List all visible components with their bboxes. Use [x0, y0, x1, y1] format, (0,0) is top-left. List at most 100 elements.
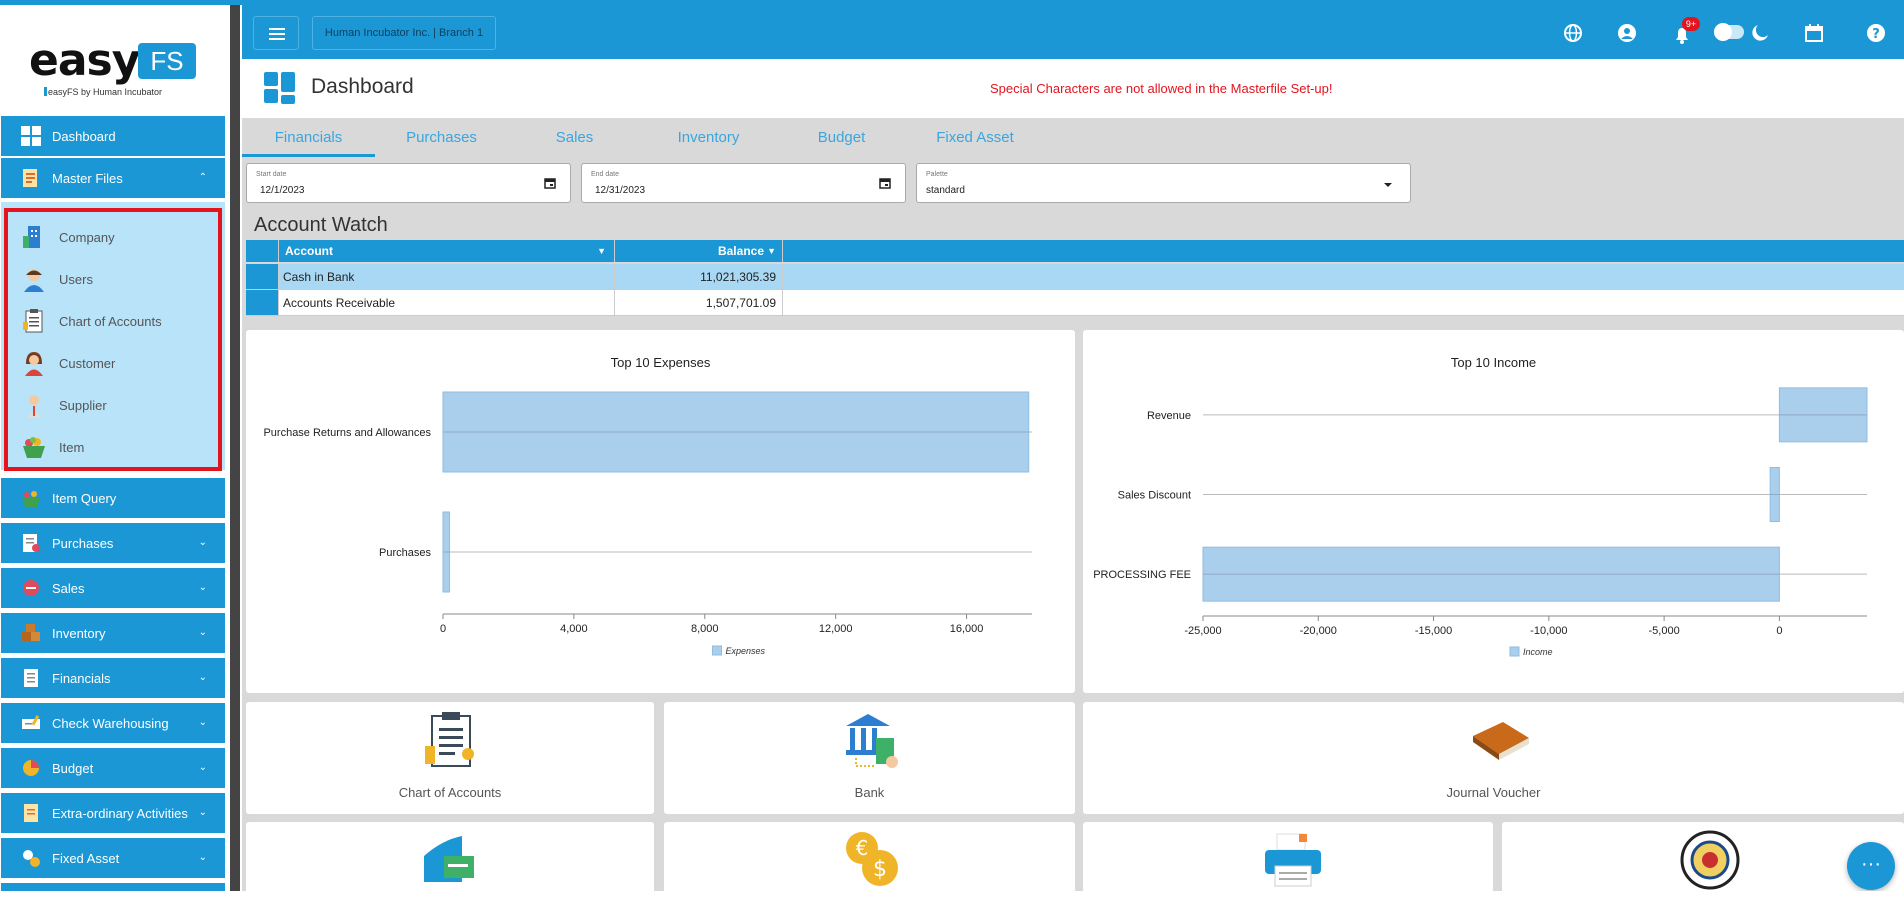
sidebar-item-partial[interactable] [1, 883, 225, 891]
asset-gear-icon [20, 847, 42, 869]
account-icon[interactable] [1617, 23, 1637, 43]
sidebar-item-label: Purchases [52, 535, 114, 551]
category-label: Sales Discount [1118, 490, 1191, 502]
sidebar-item-fixed-asset[interactable]: Fixed Asset ⌄ [1, 838, 225, 878]
tick-label: 8,000 [691, 623, 719, 635]
tile-print[interactable] [1083, 822, 1493, 899]
dark-mode-toggle[interactable] [1714, 23, 1744, 41]
category-label: Purchase Returns and Allowances [263, 427, 431, 439]
printer-icon [1265, 833, 1321, 887]
tick-label: -10,000 [1530, 625, 1567, 637]
sidebar-item-check-warehousing[interactable]: Check Warehousing ⌄ [1, 703, 225, 743]
calendar-icon[interactable] [879, 177, 891, 189]
category-label: Purchases [379, 547, 431, 559]
start-date-value: 12/1/2023 [260, 185, 305, 196]
tab-sales[interactable]: Sales [508, 118, 641, 157]
income-chart: Revenue Sales Discount PROCESSING FEE -25,0… [1093, 387, 1868, 657]
tab-fixed-asset[interactable]: Fixed Asset [908, 118, 1042, 157]
chevron-down-icon: ⌄ [198, 672, 207, 683]
row-selector[interactable] [246, 264, 279, 289]
basket-icon [20, 487, 42, 509]
palette-select[interactable]: Palette standard [916, 163, 1411, 203]
sidebar-item-label: Check Warehousing [52, 715, 169, 731]
moon-icon[interactable] [1750, 23, 1770, 43]
tab-purchases[interactable]: Purchases [375, 118, 508, 157]
legend-label[interactable]: Expenses [726, 646, 766, 656]
tile-label: Journal Voucher [1446, 785, 1541, 800]
tile-bank[interactable]: Bank [664, 702, 1075, 814]
sidebar-item-dashboard[interactable]: Dashboard [1, 116, 225, 156]
chevron-down-icon: ⌄ [198, 762, 207, 773]
sidebar: easy FS easyFS by Human Incubator Dashbo… [0, 5, 230, 891]
ledger-icon [20, 667, 42, 689]
logo-subtitle: easyFS by Human Incubator [48, 87, 163, 97]
company-branch-selector[interactable]: Human Incubator Inc. | Branch 1 [312, 16, 496, 50]
category-label: PROCESSING FEE [1093, 569, 1191, 581]
column-balance[interactable]: Balance ▼ [615, 240, 783, 262]
income-chart-card: Top 10 Income Revenue Sales Discount PROCE… [1083, 330, 1904, 693]
end-date-value: 12/31/2023 [595, 185, 646, 196]
folder-icon [20, 167, 42, 189]
tick-label: 4,000 [560, 623, 588, 635]
sidebar-item-inventory[interactable]: Inventory ⌄ [1, 613, 225, 653]
tile-check[interactable] [246, 822, 654, 899]
row-selector[interactable] [246, 290, 279, 315]
legend-swatch[interactable] [1509, 646, 1520, 657]
currency-exchange-icon: € $ [846, 832, 898, 886]
tile-journal-voucher[interactable]: Journal Voucher [1083, 702, 1904, 814]
app-window: easy FS easyFS by Human Incubator Dashbo… [0, 0, 1904, 899]
sidebar-item-item-query[interactable]: Item Query [1, 478, 225, 518]
sale-tag-icon [20, 577, 42, 599]
sidebar-item-sales[interactable]: Sales ⌄ [1, 568, 225, 608]
filter-icon[interactable]: ▼ [767, 246, 776, 256]
sidebar-item-master-files[interactable]: Master Files ⌃ [1, 158, 225, 198]
globe-icon[interactable] [1563, 23, 1583, 43]
tile-currency[interactable]: € $ [664, 822, 1075, 899]
seal-icon [1680, 830, 1740, 890]
sidebar-item-label: Extra-ordinary Activities [52, 805, 188, 821]
journal-book-icon [1473, 722, 1529, 760]
tab-inventory[interactable]: Inventory [642, 118, 775, 157]
more-actions-button[interactable]: ··· [1847, 842, 1895, 890]
tab-financials[interactable]: Financials [242, 118, 375, 157]
tab-budget[interactable]: Budget [775, 118, 908, 157]
column-account[interactable]: Account ▼ [279, 240, 615, 262]
table-row[interactable]: Accounts Receivable 1,507,701.09 [246, 290, 1904, 316]
sidebar-item-budget[interactable]: Budget ⌄ [1, 748, 225, 788]
tick-label: 12,000 [819, 623, 853, 635]
caret-down-icon[interactable] [1382, 179, 1394, 191]
receipt-icon [20, 532, 42, 554]
calendar-icon[interactable] [544, 177, 556, 189]
chevron-down-icon: ⌄ [198, 717, 207, 728]
svg-text:$: $ [873, 857, 887, 882]
sidebar-item-label: Dashboard [52, 128, 116, 144]
tile-chart-of-accounts[interactable]: Chart of Accounts [246, 702, 654, 814]
sidebar-item-purchases[interactable]: Purchases ⌄ [1, 523, 225, 563]
check-icon [20, 712, 42, 734]
top-bar: Human Incubator Inc. | Branch 1 ? [242, 5, 1904, 59]
legend-label[interactable]: Income [1523, 647, 1553, 657]
tile-bir[interactable] [1502, 822, 1904, 899]
sidebar-scrollbar[interactable] [230, 5, 240, 891]
sidebar-item-label: Item Query [52, 490, 117, 506]
legend-swatch[interactable] [712, 645, 722, 656]
chevron-down-icon: ⌄ [198, 627, 207, 638]
filter-icon[interactable]: ▼ [597, 246, 606, 256]
table-row[interactable]: Cash in Bank 11,021,305.39 [246, 264, 1904, 290]
svg-text:?: ? [1872, 27, 1880, 42]
expenses-chart-card: Top 10 Expenses Purchase Returns and All… [246, 330, 1075, 693]
dashboard-icon [264, 72, 295, 104]
pie-chart-icon [20, 757, 42, 779]
help-icon[interactable]: ? [1866, 23, 1886, 43]
sidebar-item-label: Budget [52, 760, 94, 776]
chevron-down-icon: ⌄ [198, 582, 207, 593]
sidebar-item-financials[interactable]: Financials ⌄ [1, 658, 225, 698]
menu-toggle-button[interactable] [253, 16, 299, 50]
calendar-icon[interactable] [1804, 23, 1824, 43]
start-date-field[interactable]: Start date 12/1/2023 [246, 163, 571, 203]
end-date-field[interactable]: End date 12/31/2023 [581, 163, 906, 203]
sidebar-item-extra-ordinary-activities[interactable]: Extra-ordinary Activities ⌄ [1, 793, 225, 833]
sidebar-item-label: Financials [52, 670, 111, 686]
check-payment-icon [424, 836, 474, 882]
sidebar-item-label: Fixed Asset [52, 850, 120, 866]
